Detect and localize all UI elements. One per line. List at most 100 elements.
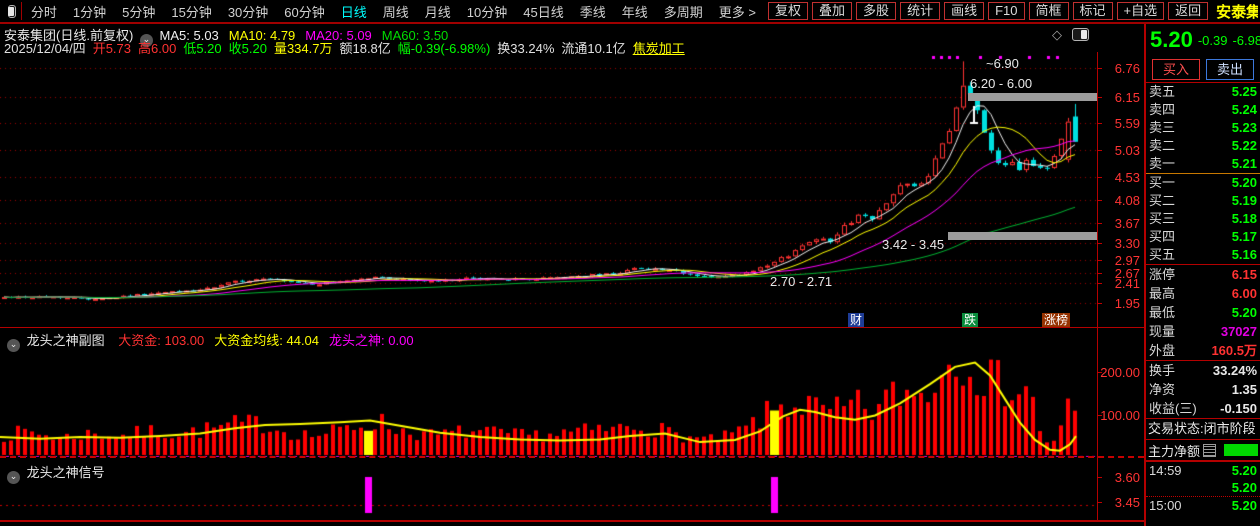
diamond-icon[interactable]: ◇ (1052, 27, 1062, 43)
tag-涨榜[interactable]: 涨榜 (1042, 313, 1071, 327)
tab-周线[interactable]: 周线 (375, 5, 417, 20)
stat-row-现量: 现量 37027 (1149, 324, 1257, 339)
book-row-卖三[interactable]: 卖三 5.23 (1146, 119, 1260, 137)
quote-sidebar: 5.20 -0.39 -6.98% 买入 卖出 卖五5.25卖四5.24卖三5.… (1144, 24, 1260, 526)
tag-跌[interactable]: 跌 (962, 313, 979, 327)
axis-tick-label: 3.67 (1114, 216, 1140, 231)
axis-tick (1097, 177, 1102, 178)
price-ribbon (948, 232, 1097, 240)
stat-row-涨停: 涨停 6.15 (1149, 267, 1257, 282)
signal-panel-title: 龙头之神信号 (26, 465, 105, 480)
tab-月线[interactable]: 月线 (417, 5, 459, 20)
tab-60分钟[interactable]: 60分钟 (276, 5, 332, 20)
signal-panel-header: ⌄ 龙头之神信号 (4, 462, 105, 484)
axis-tick-label: 2.41 (1114, 276, 1140, 291)
tab-季线[interactable]: 季线 (572, 5, 614, 20)
stock-title: 安泰集团600408 (1216, 1, 1258, 22)
indicator-token: 大资金: 103.00 (118, 333, 205, 348)
axis-tick-label: 3.30 (1114, 236, 1140, 251)
tab-30分钟[interactable]: 30分钟 (220, 5, 276, 20)
book-row-买四[interactable]: 买四 5.17 (1146, 228, 1260, 246)
axis-tick (1097, 502, 1102, 503)
gap-annotation: ~6.90 (986, 56, 1019, 71)
toolbar-button-返回[interactable]: 返回 (1168, 2, 1209, 20)
indicator-token: 龙头之神: 0.00 (329, 333, 414, 348)
book-row-卖五[interactable]: 卖五 5.25 (1146, 83, 1260, 101)
axis-tick-label: 6.76 (1114, 61, 1140, 76)
tab-日线[interactable]: 日线 (333, 5, 375, 20)
info-token: 开5.73 (92, 41, 131, 56)
sell-button[interactable]: 卖出 (1206, 58, 1254, 80)
buy-button[interactable]: 买入 (1152, 58, 1200, 80)
info-token: 量334.7万 (273, 41, 333, 56)
tab-1分钟[interactable]: 1分钟 (65, 5, 114, 20)
book-row-买一[interactable]: 买一 5.20 (1146, 174, 1260, 192)
toolbar-buttons: 复权 叠加 多股 统计 画线 F10 简框 标记 +自选 返回 (764, 2, 1209, 20)
sub-chart-title: 龙头之神副图 (26, 333, 105, 348)
axis-tick (1097, 273, 1102, 274)
gap-annotation: 2.70 - 2.71 (770, 274, 833, 289)
axis-tick (1097, 123, 1102, 124)
toolbar-button-多股[interactable]: 多股 (856, 2, 897, 20)
main-flow-row: 主力净额 (1146, 440, 1260, 460)
bottom-border (0, 520, 1144, 522)
tab-45日线[interactable]: 45日线 (515, 5, 571, 20)
book-row-卖四[interactable]: 卖四 5.24 (1146, 101, 1260, 119)
tab-更多 >[interactable]: 更多 > (711, 5, 764, 20)
book-row-买三[interactable]: 买三 5.18 (1146, 210, 1260, 228)
stat-row-最低: 最低 5.20 (1149, 305, 1257, 320)
toolbar-button-叠加[interactable]: 叠加 (812, 2, 853, 20)
trade-buttons: 买入 卖出 (1146, 56, 1260, 82)
stat-row-净资: 净资 1.35 (1149, 382, 1257, 397)
axis-tick (1097, 200, 1102, 201)
axis-tick-label: 100.00 (1100, 408, 1140, 423)
toolbar-button-标记[interactable]: 标记 (1072, 2, 1113, 20)
app-window: 分时 1分钟 5分钟 15分钟 30分钟 60分钟 日线 周线 月线 10分钟 45日线 季线 年线 多周… (0, 0, 1260, 526)
book-row-卖一[interactable]: 卖一 5.21 (1146, 155, 1260, 173)
signal-chart[interactable] (0, 460, 1097, 520)
tab-15分钟[interactable]: 15分钟 (163, 5, 219, 20)
list-icon[interactable] (1203, 443, 1217, 457)
indicator-chart[interactable] (0, 347, 1097, 457)
tab-年线[interactable]: 年线 (614, 5, 656, 20)
price-ribbon (968, 93, 1097, 101)
toolbar-button-F10[interactable]: F10 (988, 2, 1025, 20)
toolbar: 分时 1分钟 5分钟 15分钟 30分钟 60分钟 日线 周线 月线 10分钟 45日线 季线 年线 多周… (0, 0, 1260, 24)
axis-tick-label: 5.59 (1114, 116, 1140, 131)
toolbar-button-复权[interactable]: 复权 (768, 2, 809, 20)
tick-row: 15:00 5.20 (1149, 498, 1257, 513)
tick-row: 5.20 (1231, 480, 1257, 495)
axis-tick (1097, 243, 1102, 244)
tab-分时[interactable]: 分时 (23, 5, 65, 20)
info-token[interactable]: 焦炭加工 (633, 41, 685, 56)
axis-tick (1097, 372, 1102, 373)
book-row-卖二[interactable]: 卖二 5.22 (1146, 137, 1260, 155)
stat-row-外盘: 外盘 160.5万 (1149, 343, 1257, 358)
price-change: -0.39 (1197, 32, 1228, 48)
toolbar-button-画线[interactable]: 画线 (944, 2, 985, 20)
period-tabs: 分时 1分钟 5分钟 15分钟 30分钟 60分钟 日线 周线 月线 10分钟 45日线 季线 年线 多周… (23, 2, 764, 21)
axis-tick (1097, 68, 1102, 69)
toolbar-button-统计[interactable]: 统计 (900, 2, 941, 20)
tab-5分钟[interactable]: 5分钟 (114, 5, 163, 20)
chevron-down-icon[interactable]: ⌄ (7, 339, 20, 352)
axis-tick-label: 1.95 (1114, 296, 1140, 311)
tab-10分钟[interactable]: 10分钟 (459, 5, 515, 20)
book-row-买二[interactable]: 买二 5.19 (1146, 192, 1260, 210)
axis-tick-label: 200.00 (1100, 365, 1140, 380)
book-row-买五[interactable]: 买五 5.16 (1146, 246, 1260, 264)
info-token: 收5.20 (228, 41, 267, 56)
gap-annotation: 3.42 - 3.45 (882, 237, 945, 252)
toolbar-button-+自选[interactable]: +自选 (1116, 2, 1165, 20)
quote-stats: 涨停 6.15 最高 6.00 最低 5.20 现量 37027 外盘 160.5万 换手 33.24… (1146, 265, 1260, 418)
main-price-chart[interactable] (0, 52, 1097, 320)
info-token: 流通10.1亿 (561, 41, 626, 56)
info-token: 2025/12/04/四 (4, 41, 86, 56)
panel-layout-icon[interactable] (1072, 28, 1089, 41)
layout-icon[interactable] (7, 4, 16, 18)
tag-财[interactable]: 财 (848, 313, 865, 327)
chevron-down-icon[interactable]: ⌄ (7, 471, 20, 484)
indicator-token: 大资金均线: 44.04 (214, 333, 320, 348)
toolbar-button-简框[interactable]: 简框 (1028, 2, 1069, 20)
tab-多周期[interactable]: 多周期 (656, 5, 711, 20)
